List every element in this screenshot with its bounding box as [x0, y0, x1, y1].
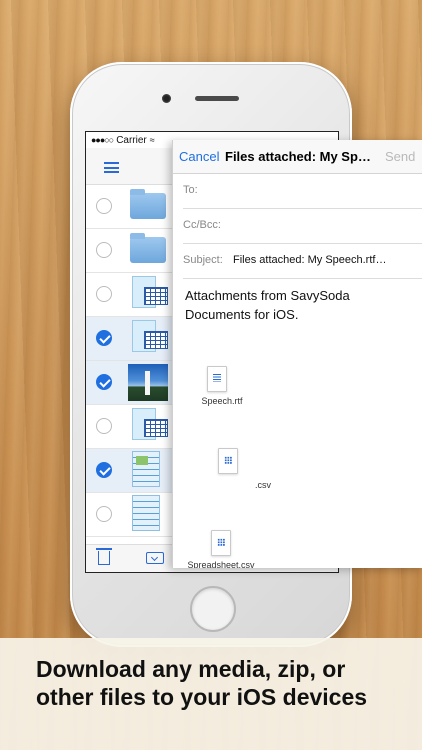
mail-navbar: Cancel Files attached: My Sp… Send — [173, 140, 422, 174]
subject-value: Files attached: My Speech.rtf… — [233, 254, 387, 266]
checked-radio[interactable] — [96, 374, 112, 390]
document-icon[interactable] — [207, 366, 227, 392]
attachment-name: Speech.rtf — [201, 396, 243, 406]
attachment-name: Spreadsheet.csv — [187, 560, 255, 568]
spreadsheet-grid-icon — [144, 331, 168, 349]
text-document-icon — [132, 495, 160, 531]
subject-label: Subject: — [183, 254, 223, 266]
select-radio[interactable] — [96, 198, 112, 214]
mail-body[interactable]: Attachments from SavySoda Documents for … — [185, 286, 415, 324]
subject-field[interactable]: Subject: Files attached: My Speech.rtf… — [183, 243, 422, 279]
mail-compose-sheet: Cancel Files attached: My Sp… Send To: C… — [172, 140, 422, 568]
select-radio[interactable] — [96, 418, 112, 434]
trash-icon[interactable] — [96, 548, 112, 565]
spreadsheet-grid-icon — [144, 287, 168, 305]
lighthouse-photo-thumbnail — [128, 364, 168, 401]
folder-icon — [130, 189, 166, 219]
front-camera — [162, 94, 171, 103]
folder-icon — [130, 233, 166, 263]
wifi-icon: ≈ — [149, 135, 155, 145]
spreadsheet-icon[interactable] — [211, 530, 231, 556]
to-label: To: — [183, 184, 198, 196]
checked-radio[interactable] — [96, 462, 112, 478]
image-document-icon — [132, 451, 160, 487]
cc-bcc-label: Cc/Bcc: — [183, 219, 221, 231]
earpiece-speaker — [195, 96, 239, 101]
select-radio[interactable] — [96, 242, 112, 258]
spreadsheet-icon[interactable] — [218, 448, 238, 474]
home-button[interactable] — [190, 586, 236, 632]
menu-icon[interactable] — [104, 162, 119, 173]
send-button[interactable]: Send — [385, 149, 415, 164]
promo-caption: Download any media, zip, or other files … — [36, 656, 368, 710]
carrier-label: Carrier — [116, 134, 147, 146]
download-folder-icon[interactable] — [146, 552, 164, 564]
cancel-button[interactable]: Cancel — [179, 149, 219, 164]
mail-title: Files attached: My Sp… — [225, 149, 371, 164]
spreadsheet-grid-icon — [144, 419, 168, 437]
cc-bcc-field[interactable]: Cc/Bcc: — [183, 208, 422, 244]
checked-radio[interactable] — [96, 330, 112, 346]
signal-strength: ●●●○○ — [91, 135, 114, 145]
select-radio[interactable] — [96, 506, 112, 522]
to-field[interactable]: To: — [183, 173, 422, 209]
select-radio[interactable] — [96, 286, 112, 302]
attachment-name: .csv — [254, 480, 271, 490]
